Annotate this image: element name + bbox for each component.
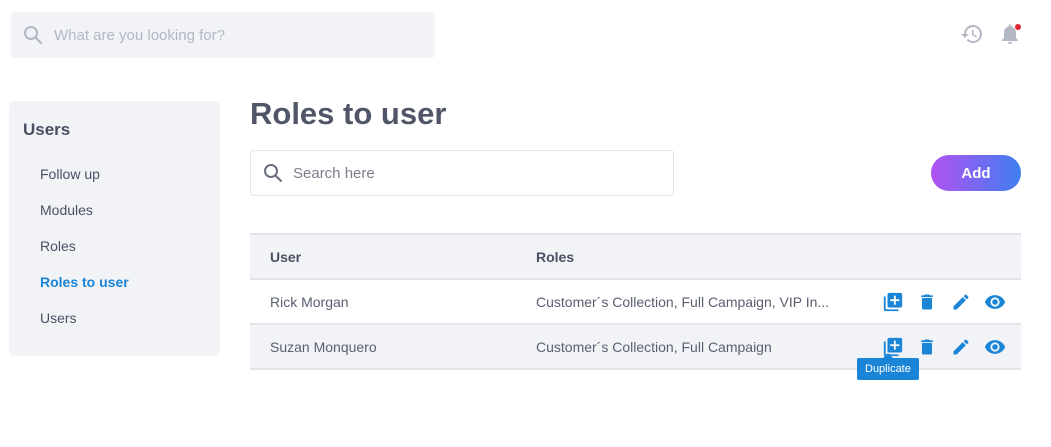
page-title: Roles to user — [250, 96, 447, 131]
sidebar-item-roles-to-user[interactable]: Roles to user — [40, 274, 220, 310]
cell-user: Suzan Monquero — [270, 338, 377, 355]
table-header: User Roles — [250, 233, 1021, 280]
global-search-input[interactable] — [54, 26, 414, 44]
view-icon[interactable] — [978, 335, 1012, 359]
notifications-bell-icon[interactable] — [998, 22, 1022, 51]
add-button[interactable]: Add — [931, 155, 1021, 191]
table-row: Rick Morgan Customer´s Collection, Full … — [250, 280, 1021, 325]
cell-roles: Customer´s Collection, Full Campaign — [516, 339, 876, 355]
cell-roles: Customer´s Collection, Full Campaign, VI… — [516, 294, 876, 310]
row-actions — [876, 290, 1012, 314]
column-header-user: User — [270, 248, 302, 265]
sidebar-title: Users — [23, 120, 71, 139]
duplicate-tooltip: Duplicate — [857, 353, 919, 380]
table-search-bar[interactable] — [250, 150, 674, 196]
search-icon — [262, 162, 284, 184]
sidebar: Users Follow up Modules Roles Roles to u… — [9, 101, 220, 356]
sidebar-item-modules[interactable]: Modules — [40, 202, 220, 238]
edit-icon[interactable] — [944, 290, 978, 314]
sidebar-item-users[interactable]: Users — [40, 310, 220, 346]
header-actions — [960, 22, 1022, 51]
delete-icon[interactable] — [910, 290, 944, 314]
delete-icon[interactable] — [910, 335, 944, 359]
global-search-bar[interactable] — [11, 12, 435, 58]
sidebar-item-follow-up[interactable]: Follow up — [40, 166, 220, 202]
sidebar-item-roles[interactable]: Roles — [40, 238, 220, 274]
duplicate-icon[interactable] — [876, 290, 910, 314]
view-icon[interactable] — [978, 290, 1012, 314]
history-icon[interactable] — [960, 22, 984, 51]
roles-table: User Roles Rick Morgan Customer´s Collec… — [250, 233, 1021, 370]
row-actions — [876, 335, 1012, 359]
column-header-roles: Roles — [536, 248, 575, 265]
search-icon — [22, 24, 44, 46]
cell-roles-text: Customer´s Collection, Full Campaign — [536, 338, 772, 355]
cell-roles-text: Customer´s Collection, Full Campaign, VI… — [536, 293, 830, 310]
table-search-input[interactable] — [293, 164, 653, 182]
notification-badge — [1015, 24, 1021, 30]
duplicate-icon[interactable] — [876, 335, 910, 359]
edit-icon[interactable] — [944, 335, 978, 359]
cell-user: Rick Morgan — [270, 293, 349, 310]
